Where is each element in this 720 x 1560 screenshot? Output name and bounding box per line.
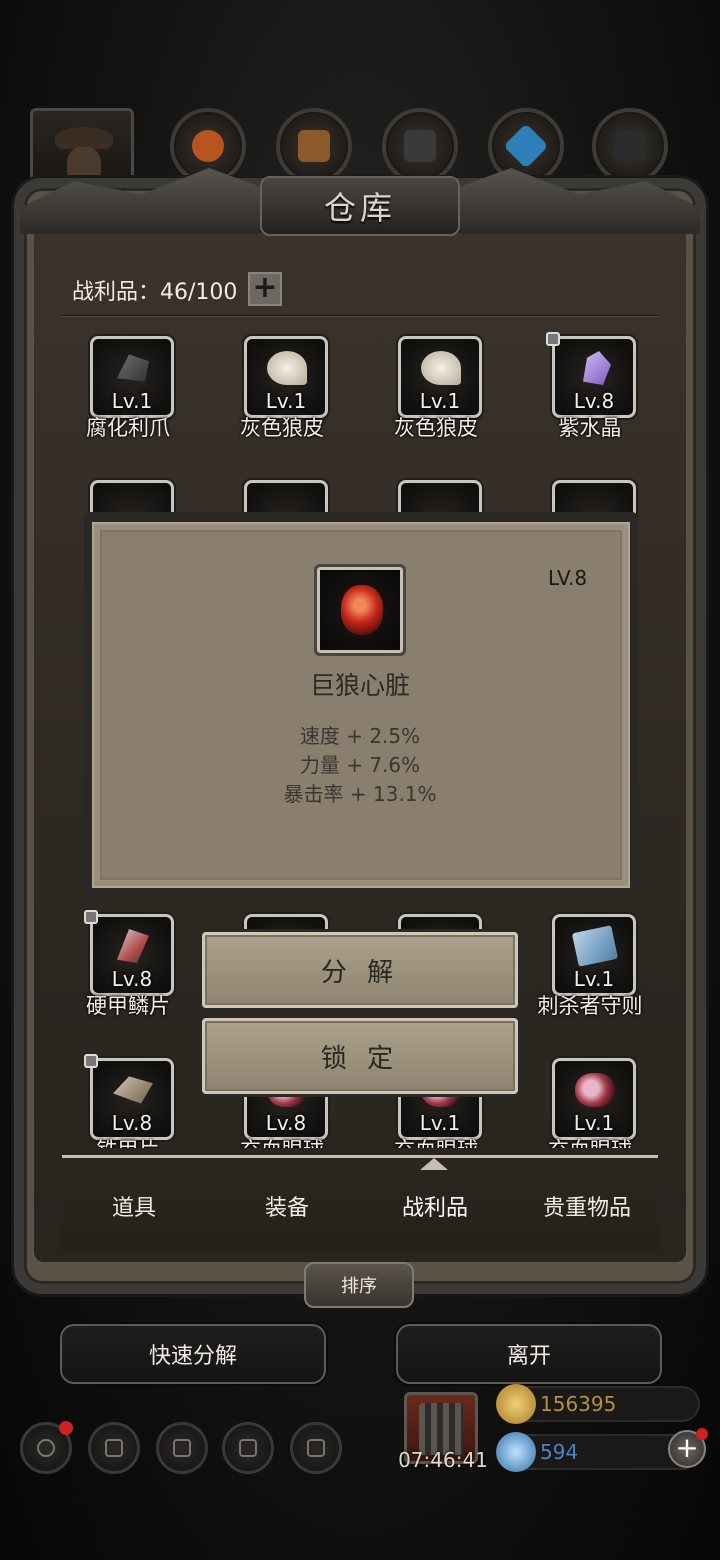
tooltip-level: LV.8 (548, 566, 588, 590)
mail-icon[interactable] (222, 1422, 274, 1474)
tab-items[interactable]: 道具 (64, 1190, 204, 1222)
item-name: 充血眼球 (356, 1134, 516, 1148)
lock-button[interactable]: 锁 定 (202, 1018, 518, 1094)
lock-label: 锁 定 (320, 1043, 400, 1074)
notification-dot (59, 1421, 73, 1435)
sort-button[interactable]: 排序 (304, 1262, 414, 1308)
achievement-icon[interactable] (88, 1422, 140, 1474)
tab-divider (62, 1155, 658, 1158)
bone-plate-icon (113, 1076, 153, 1104)
item-frame: Lv.8 (90, 1058, 174, 1140)
item-slot[interactable]: Lv.8 铁甲片 (52, 1054, 204, 1148)
tab-loot[interactable]: 战利品 (365, 1190, 505, 1222)
gift-timer: 07:46:41 (398, 1448, 488, 1472)
guild-icon[interactable] (290, 1422, 342, 1474)
shield-icon (307, 1439, 325, 1457)
item-level: Lv.8 (111, 1111, 153, 1135)
leave-label: 离开 (506, 1344, 551, 1369)
tooltip-stat: 速度 + 2.5% (299, 724, 421, 748)
sort-label: 排序 (341, 1276, 377, 1297)
gem-icon (496, 1432, 536, 1472)
heart-icon (341, 585, 383, 635)
quick-decompose-label: 快速分解 (148, 1344, 237, 1369)
lock-icon (84, 1054, 98, 1068)
gem-amount: 594 (540, 1440, 579, 1464)
item-name: 充血眼球 (202, 1134, 362, 1148)
star-icon (105, 1439, 123, 1457)
gold-amount: 156395 (540, 1392, 617, 1416)
tooltip-stat: 力量 + 7.6% (299, 753, 421, 777)
tab-equipment[interactable]: 装备 (217, 1190, 357, 1222)
tooltip-item-frame (314, 564, 406, 656)
scroll-icon (173, 1439, 191, 1457)
item-name: 充血眼球 (510, 1134, 670, 1148)
quick-decompose-button[interactable]: 快速分解 (60, 1324, 326, 1384)
tooltip-item-name: 巨狼心脏 (309, 671, 410, 700)
notification-dot (696, 1428, 708, 1440)
eyeball-icon (575, 1073, 615, 1107)
envelope-icon (239, 1439, 257, 1457)
decompose-label: 分 解 (320, 957, 400, 988)
gear-icon (37, 1439, 55, 1457)
item-level: Lv.1 (573, 1111, 615, 1135)
item-slot[interactable]: Lv.1 充血眼球 (514, 1058, 666, 1148)
gold-coin-icon (496, 1384, 536, 1424)
quest-icon[interactable] (156, 1422, 208, 1474)
settings-icon[interactable] (20, 1421, 73, 1474)
item-frame: Lv.1 (552, 1058, 636, 1140)
add-gems-button[interactable]: + (668, 1428, 708, 1468)
item-level: Lv.1 (419, 1111, 461, 1135)
tooltip-stat: 暴击率 + 13.1% (283, 782, 437, 806)
item-level: Lv.8 (265, 1111, 307, 1135)
tab-valuables[interactable]: 贵重物品 (517, 1190, 657, 1222)
decompose-button[interactable]: 分 解 (202, 932, 518, 1008)
item-name: 铁甲片 (48, 1134, 208, 1148)
leave-button[interactable]: 离开 (396, 1324, 662, 1384)
